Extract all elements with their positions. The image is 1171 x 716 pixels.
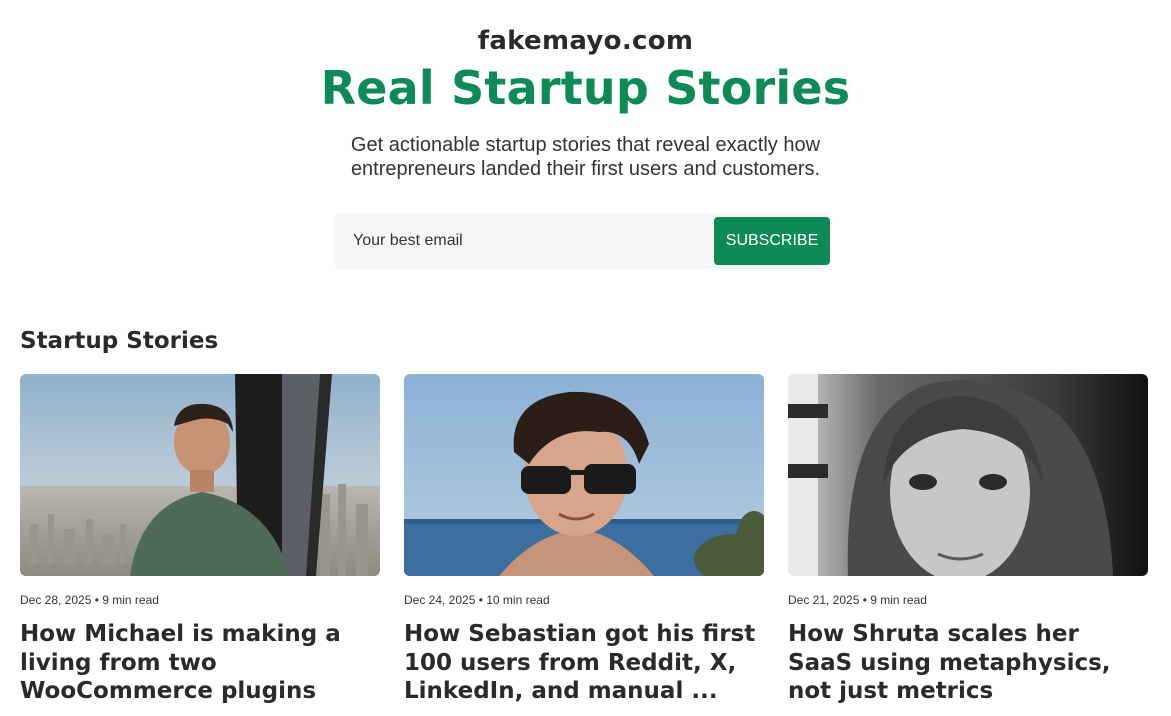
story-thumbnail[interactable] (788, 374, 1148, 576)
story-meta: Dec 21, 2025 • 9 min read (788, 593, 927, 607)
story-meta: Dec 24, 2025 • 10 min read (404, 593, 550, 607)
story-title[interactable]: How Sebastian got his first 100 users fr… (404, 620, 764, 706)
site-name[interactable]: fakemayo.com (0, 26, 1171, 56)
subscribe-form: SUBSCRIBE (334, 213, 830, 269)
section-title: Startup Stories (20, 328, 219, 354)
email-input[interactable] (334, 213, 712, 269)
tagline: Get actionable startup stories that reve… (350, 134, 821, 180)
story-card[interactable]: Dec 24, 2025 • 10 min read How Sebastian… (404, 374, 764, 706)
story-title[interactable]: How Michael is making a living from two … (20, 620, 380, 706)
story-thumbnail[interactable] (20, 374, 380, 576)
story-title[interactable]: How Shruta scales her SaaS using metaphy… (788, 620, 1148, 706)
story-meta: Dec 28, 2025 • 9 min read (20, 593, 159, 607)
page-headline: Real Startup Stories (320, 61, 851, 115)
story-thumbnail[interactable] (404, 374, 764, 576)
story-card[interactable]: Dec 21, 2025 • 9 min read How Shruta sca… (788, 374, 1148, 706)
story-card[interactable]: Dec 28, 2025 • 9 min read How Michael is… (20, 374, 380, 706)
subscribe-button[interactable]: SUBSCRIBE (714, 217, 830, 265)
